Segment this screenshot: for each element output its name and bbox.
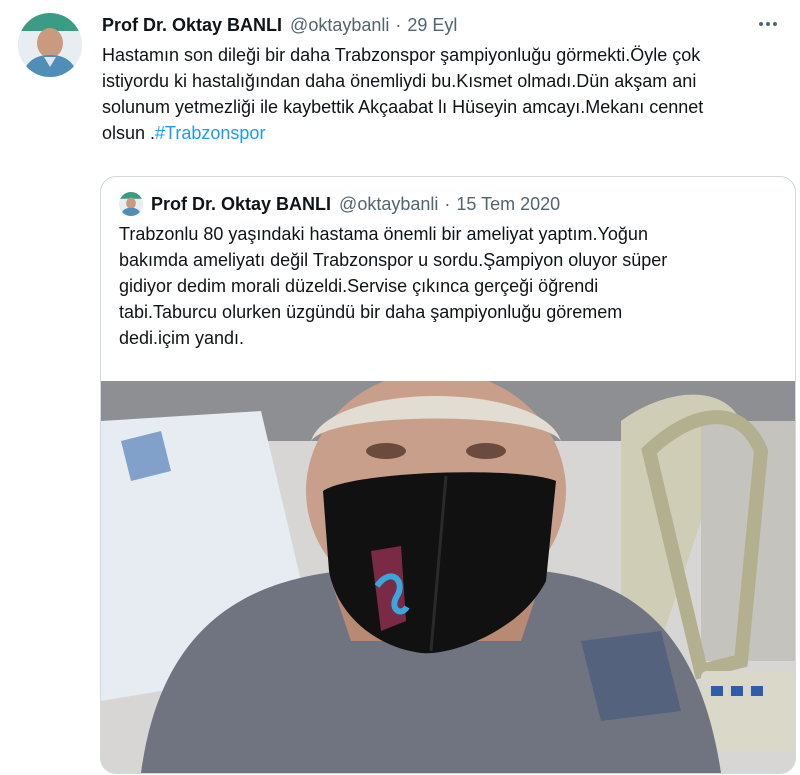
tweet-date[interactable]: 29 Eyl	[407, 15, 457, 36]
quoted-tweet-date[interactable]: 15 Tem 2020	[456, 194, 560, 215]
quoted-tweet-header: Prof Dr. Oktay BANLI @oktaybanli · 15 Te…	[119, 191, 560, 217]
quoted-tweet-text: Trabzonlu 80 yaşındaki hastama önemli bi…	[119, 221, 779, 351]
photo-eye	[366, 443, 406, 459]
quoted-author-avatar[interactable]	[119, 192, 143, 216]
tweet-text-line: solunum yetmezliği ile kaybettik Akçaaba…	[102, 97, 704, 117]
quoted-text-line: tabi.Taburcu olurken üzgündü bir daha şa…	[119, 302, 623, 322]
quoted-author-handle[interactable]: @oktaybanli	[339, 194, 438, 215]
photo-panel-button	[751, 686, 763, 696]
tweet-text-line: Hastamın son dileği bir daha Trabzonspor…	[102, 45, 701, 65]
tweet-text-line: olsun .#Trabzonspor	[102, 120, 782, 146]
author-name[interactable]: Prof Dr. Oktay BANLI	[102, 15, 282, 36]
tweet-text-fragment: olsun .	[102, 123, 156, 143]
more-dot	[766, 22, 770, 26]
quoted-text-line: dedi.içim yandı.	[119, 328, 245, 348]
photo-control-panel	[701, 671, 795, 751]
hashtag-link[interactable]: #Trabzonspor	[155, 123, 265, 143]
quoted-text-line: bakımda ameliyatı değil Trabzonspor u so…	[119, 250, 668, 270]
more-dot	[773, 22, 777, 26]
tweet-text: Hastamın son dileği bir daha Trabzonspor…	[102, 42, 782, 146]
tweet[interactable]: Prof Dr. Oktay BANLI @oktaybanli · 29 Ey…	[0, 0, 800, 775]
tweet-header: Prof Dr. Oktay BANLI @oktaybanli · 29 Ey…	[102, 12, 457, 38]
author-handle[interactable]: @oktaybanli	[290, 15, 389, 36]
more-dot	[759, 22, 763, 26]
separator-dot: ·	[444, 193, 451, 214]
quoted-author-name[interactable]: Prof Dr. Oktay BANLI	[151, 194, 331, 215]
author-avatar[interactable]	[18, 13, 82, 77]
separator-dot: ·	[395, 14, 402, 35]
photo-eye	[466, 443, 506, 459]
quoted-text-line: Trabzonlu 80 yaşındaki hastama önemli bi…	[119, 224, 648, 244]
photo-illustration	[101, 381, 795, 773]
tweet-text-line: istiyordu ki hastalığından daha önemliyd…	[102, 71, 697, 91]
quoted-tweet[interactable]: Prof Dr. Oktay BANLI @oktaybanli · 15 Te…	[100, 176, 796, 774]
photo-panel-button	[731, 686, 743, 696]
photo-panel-button	[711, 686, 723, 696]
avatar-photo	[18, 13, 82, 77]
quoted-text-line: gidiyor dedim morali düzeldi.Servise çık…	[119, 276, 599, 296]
avatar-photo	[119, 192, 143, 216]
tweet-photo[interactable]	[101, 381, 795, 773]
more-options-icon[interactable]	[754, 14, 782, 34]
